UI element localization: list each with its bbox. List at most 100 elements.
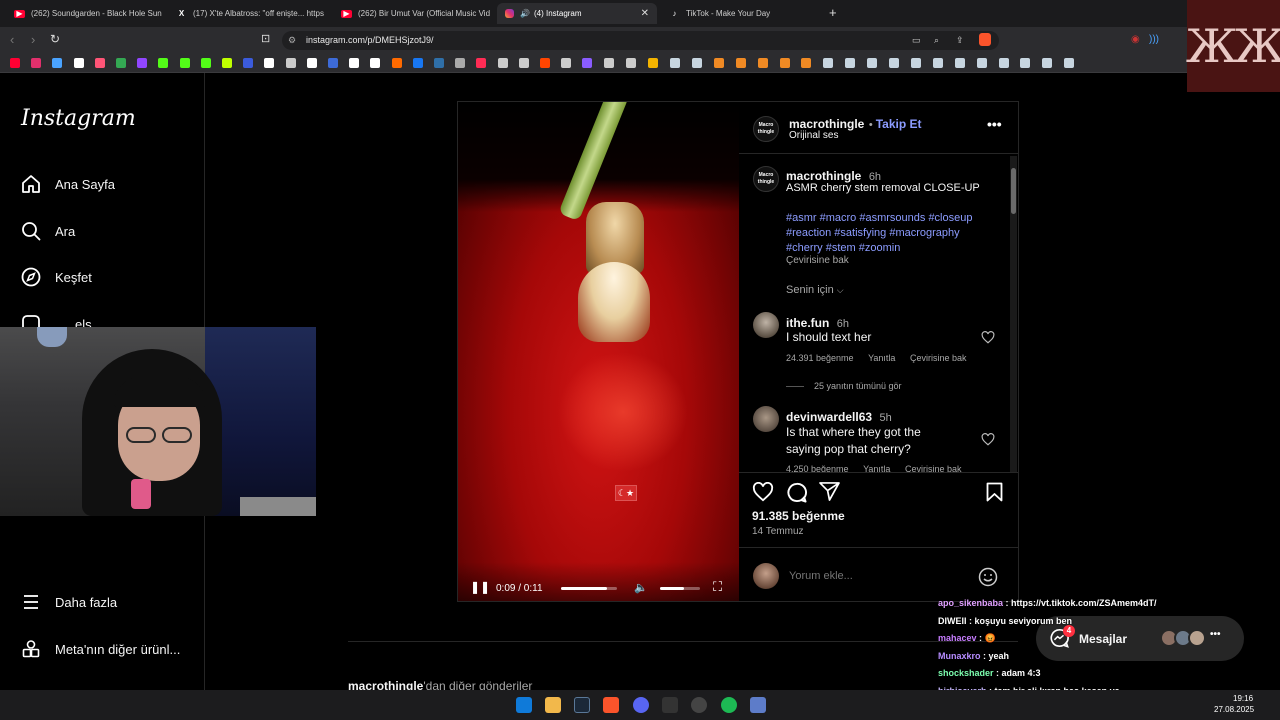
bookmark-icon[interactable]	[391, 58, 402, 68]
brave-icon[interactable]	[603, 697, 619, 713]
forward-icon[interactable]: ›	[31, 32, 35, 47]
bookmark-icon[interactable]	[976, 58, 987, 68]
author-avatar[interactable]: Macro thingle	[753, 116, 779, 142]
bookmark-icon[interactable]	[932, 58, 943, 68]
view-replies-link[interactable]: 25 yanıtın tümünü gör	[814, 381, 902, 391]
bookmark-icon[interactable]	[497, 58, 508, 68]
translate-link[interactable]: Çevirisine bak	[905, 464, 962, 472]
bookmark-icon[interactable]	[757, 58, 768, 68]
bookmark-icon[interactable]	[264, 58, 275, 68]
bookmark-icon[interactable]	[455, 58, 466, 68]
comment-avatar[interactable]	[753, 312, 779, 338]
hashtag-line[interactable]: #cherry #stem #zoomin	[786, 241, 972, 256]
bookmark-icon[interactable]	[306, 58, 317, 68]
browser-tab[interactable]: X (17) X'te Albatross: "off enişte... ht…	[168, 3, 330, 24]
bookmark-icon[interactable]	[179, 58, 190, 68]
bookmark-icon[interactable]	[243, 58, 254, 68]
cast-icon[interactable]: ▭	[912, 35, 921, 46]
bookmark-icon[interactable]	[910, 58, 921, 68]
bookmark-icon[interactable]	[867, 58, 878, 68]
pause-icon[interactable]: ❚❚	[470, 580, 490, 594]
close-icon[interactable]: ✕	[641, 8, 649, 19]
translate-link[interactable]: Çevirisine bak	[786, 255, 849, 266]
translate-link[interactable]: Çevirisine bak	[910, 353, 967, 363]
comment-likes[interactable]: 24.391 beğenme	[786, 353, 854, 363]
like-count[interactable]: 91.385 beğenme	[752, 509, 845, 523]
nav-explore[interactable]: Keşfet	[20, 266, 92, 288]
bookmark-icon[interactable]	[626, 58, 637, 68]
browser-tab[interactable]: ▶ (262) Soundgarden - Black Hole Sun	[6, 3, 166, 24]
app-icon[interactable]	[662, 697, 678, 713]
bookmark-icon[interactable]	[735, 58, 746, 68]
bookmark-icon[interactable]	[370, 58, 381, 68]
new-tab-button[interactable]: +	[829, 5, 837, 20]
bookmark-icon[interactable]	[845, 58, 856, 68]
for-you-toggle[interactable]: Senin için ⌵	[786, 284, 844, 296]
more-options-icon[interactable]: •••	[987, 116, 1002, 132]
comment-author[interactable]: ithe.fun	[786, 316, 829, 330]
back-icon[interactable]: ‹	[10, 32, 14, 47]
bookmark-icon[interactable]	[823, 58, 834, 68]
discord-icon[interactable]	[633, 697, 649, 713]
reel-video[interactable]: ☾★ ❚❚ 0:09 / 0:11 🔈 ⛶	[458, 102, 739, 601]
bookmark-icon[interactable]	[222, 58, 232, 68]
bookmark-icon[interactable]	[73, 58, 84, 68]
bookmark-icon[interactable]	[801, 58, 812, 68]
comment-avatar[interactable]	[753, 406, 779, 432]
volume-slider[interactable]	[660, 587, 700, 590]
bookmark-icon[interactable]	[691, 58, 702, 68]
like-icon[interactable]	[752, 482, 774, 502]
comment-input[interactable]	[789, 568, 969, 584]
bookmark-icon[interactable]	[328, 58, 338, 68]
url-field[interactable]: ⚙ instagram.com/p/DMEHSjzotJ9/ ▭ ⌕ ⇪	[282, 31, 999, 50]
reload-icon[interactable]: ↻	[50, 32, 60, 46]
instagram-logo[interactable]: Instagram	[21, 106, 136, 131]
bookmark-icon[interactable]	[540, 58, 550, 68]
share-icon[interactable]	[819, 482, 840, 501]
heart-icon[interactable]	[981, 331, 995, 344]
caption-author[interactable]: macrothingle	[786, 169, 861, 183]
nav-home[interactable]: Ana Sayfa	[20, 173, 115, 195]
bookmark-icon[interactable]	[1042, 58, 1053, 68]
fullscreen-icon[interactable]: ⛶	[713, 579, 722, 595]
author-name[interactable]: macrothingle	[789, 117, 864, 131]
bookmark-icon[interactable]	[713, 58, 724, 68]
extension-icon[interactable]: )))	[1149, 34, 1159, 45]
bookmark-icon[interactable]	[518, 58, 529, 68]
reply-button[interactable]: Yanıtla	[863, 464, 890, 472]
brave-shield-icon[interactable]	[979, 33, 991, 46]
user-avatar[interactable]	[753, 563, 779, 589]
browser-tab[interactable]: ▶ (262) Bir Umut Var (Official Music Vid	[333, 3, 493, 24]
bookmark-icon[interactable]	[582, 58, 593, 68]
bookmark-icon[interactable]	[561, 58, 572, 68]
app-icon[interactable]	[750, 697, 766, 713]
save-icon[interactable]	[986, 482, 1003, 502]
bookmark-icon[interactable]	[137, 58, 148, 68]
reply-button[interactable]: Yanıtla	[868, 353, 895, 363]
extension-icon[interactable]: ◉	[1131, 34, 1140, 45]
nav-meta-products[interactable]: Meta'nın diğer ürünl...	[20, 638, 180, 660]
nav-more[interactable]: Daha fazla	[20, 591, 117, 613]
bookmark-icon[interactable]	[670, 58, 680, 68]
bookmark-icon[interactable]	[434, 58, 444, 68]
spotify-icon[interactable]	[721, 697, 737, 713]
comments-scrollbar[interactable]	[1010, 156, 1017, 472]
bookmark-icon[interactable]	[476, 58, 487, 68]
bookmark-icon[interactable]	[158, 58, 169, 68]
emoji-icon[interactable]	[978, 567, 998, 587]
bookmark-icon[interactable]	[31, 58, 42, 68]
volume-icon[interactable]: 🔈	[634, 581, 648, 594]
heart-icon[interactable]	[981, 433, 995, 446]
bookmark-icon[interactable]	[116, 58, 126, 68]
bookmark-icon[interactable]	[954, 58, 965, 68]
bookmark-icon[interactable]	[1064, 58, 1075, 68]
windows-start-icon[interactable]	[516, 697, 532, 713]
hashtag-line[interactable]: #reaction #satisfying #macrography	[786, 226, 972, 241]
video-progress-bar[interactable]	[561, 587, 617, 590]
bookmark-icon[interactable]	[779, 58, 790, 68]
zoom-icon[interactable]: ⌕	[934, 35, 939, 46]
bookmark-icon[interactable]	[648, 58, 659, 68]
bookmark-icon[interactable]	[200, 58, 211, 68]
bookmark-icon[interactable]	[604, 58, 615, 68]
bookmark-icon[interactable]	[94, 58, 105, 68]
